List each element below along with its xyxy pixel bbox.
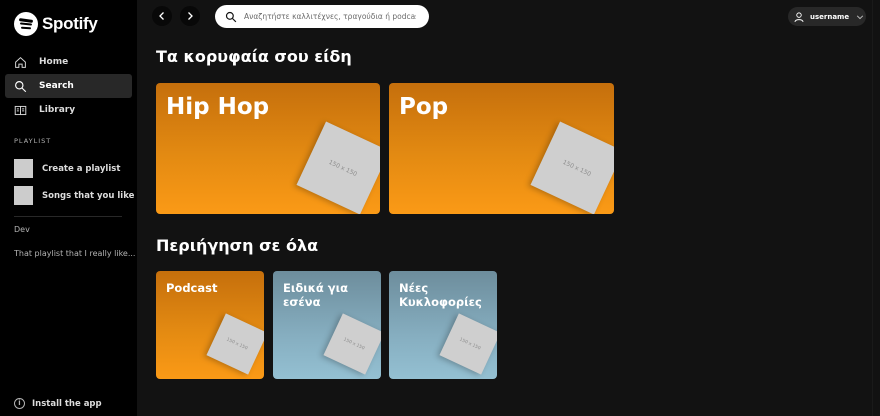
browse-card-title: Νέες Κυκλοφορίες [399,281,482,310]
image-placeholder-label: 150 x 150 [342,336,366,352]
playlist-item-favorite[interactable]: That playlist that I really like... [14,249,135,258]
brand-name: Spotify [42,14,98,33]
search-input[interactable] [244,12,416,21]
chevron-right-icon [188,12,193,20]
user-menu-button[interactable]: username [788,7,866,26]
sidebar-divider [14,216,122,217]
liked-songs-button[interactable]: Songs that you like [14,186,134,205]
main-nav: Home Search Library [5,50,132,122]
browse-card-image: 150 x 150 [206,313,264,375]
search-icon [15,80,27,92]
create-playlist-button[interactable]: Create a playlist [14,159,120,178]
genre-card-title: Pop [399,94,449,120]
back-button[interactable] [152,6,172,26]
browse-card-title: Podcast [166,281,218,295]
install-app-button[interactable]: i Install the app [14,398,102,409]
nav-item-home[interactable]: Home [5,50,132,74]
nav-item-library[interactable]: Library [5,98,132,122]
main-content: username Τα κορυφαία σου είδη Hip Hop 15… [137,0,872,416]
chevron-left-icon [159,12,164,20]
spotify-app: Spotify Home Search Library PLAYLIST Cre… [0,0,880,416]
browse-card-new-releases[interactable]: Νέες Κυκλοφορίες 150 x 150 [389,271,497,379]
forward-button[interactable] [180,6,200,26]
nav-item-label: Home [39,57,69,67]
library-icon [14,105,27,115]
browse-card-image: 150 x 150 [323,313,381,375]
genre-card-pop[interactable]: Pop 150 x 150 [389,83,614,214]
top-genres-heading: Τα κορυφαία σου είδη [156,47,352,66]
nav-item-label: Search [39,81,74,91]
image-placeholder-label: 150 x 150 [561,158,593,178]
browse-card-title: Ειδικά για εσένα [283,281,349,310]
genre-card-hip-hop[interactable]: Hip Hop 150 x 150 [156,83,380,214]
browse-card-podcast[interactable]: Podcast 150 x 150 [156,271,264,379]
create-playlist-thumbnail [14,159,33,178]
spotify-logo-icon [14,12,38,36]
user-icon [794,11,804,22]
spotify-logo[interactable]: Spotify [14,12,98,36]
image-placeholder-label: 150 x 150 [327,158,359,178]
playlist-section-label: PLAYLIST [14,137,52,145]
browse-card-image: 150 x 150 [439,313,497,375]
page-scrollbar[interactable] [872,0,880,416]
search-icon [225,11,237,22]
search-bar[interactable] [215,5,429,28]
create-playlist-label: Create a playlist [42,163,121,174]
liked-songs-label: Songs that you like [42,190,135,201]
browse-all-heading: Περιήγηση σε όλα [156,236,319,255]
sidebar: Spotify Home Search Library PLAYLIST Cre… [0,0,137,416]
playlist-item-dev[interactable]: Dev [14,225,30,234]
chevron-down-icon [856,14,864,19]
genre-card-image: 150 x 150 [296,121,380,214]
browse-card-made-for-you[interactable]: Ειδικά για εσένα 150 x 150 [273,271,381,379]
liked-songs-thumbnail [14,186,33,205]
genre-card-image: 150 x 150 [530,121,614,214]
image-placeholder-label: 150 x 150 [225,336,249,352]
genre-card-title: Hip Hop [166,94,270,120]
home-icon [15,56,26,68]
install-app-label: Install the app [32,398,102,409]
image-placeholder-label: 150 x 150 [458,336,482,352]
username-label: username [810,12,850,21]
nav-item-search[interactable]: Search [5,74,132,98]
info-icon: i [14,398,25,409]
nav-item-label: Library [39,105,76,115]
